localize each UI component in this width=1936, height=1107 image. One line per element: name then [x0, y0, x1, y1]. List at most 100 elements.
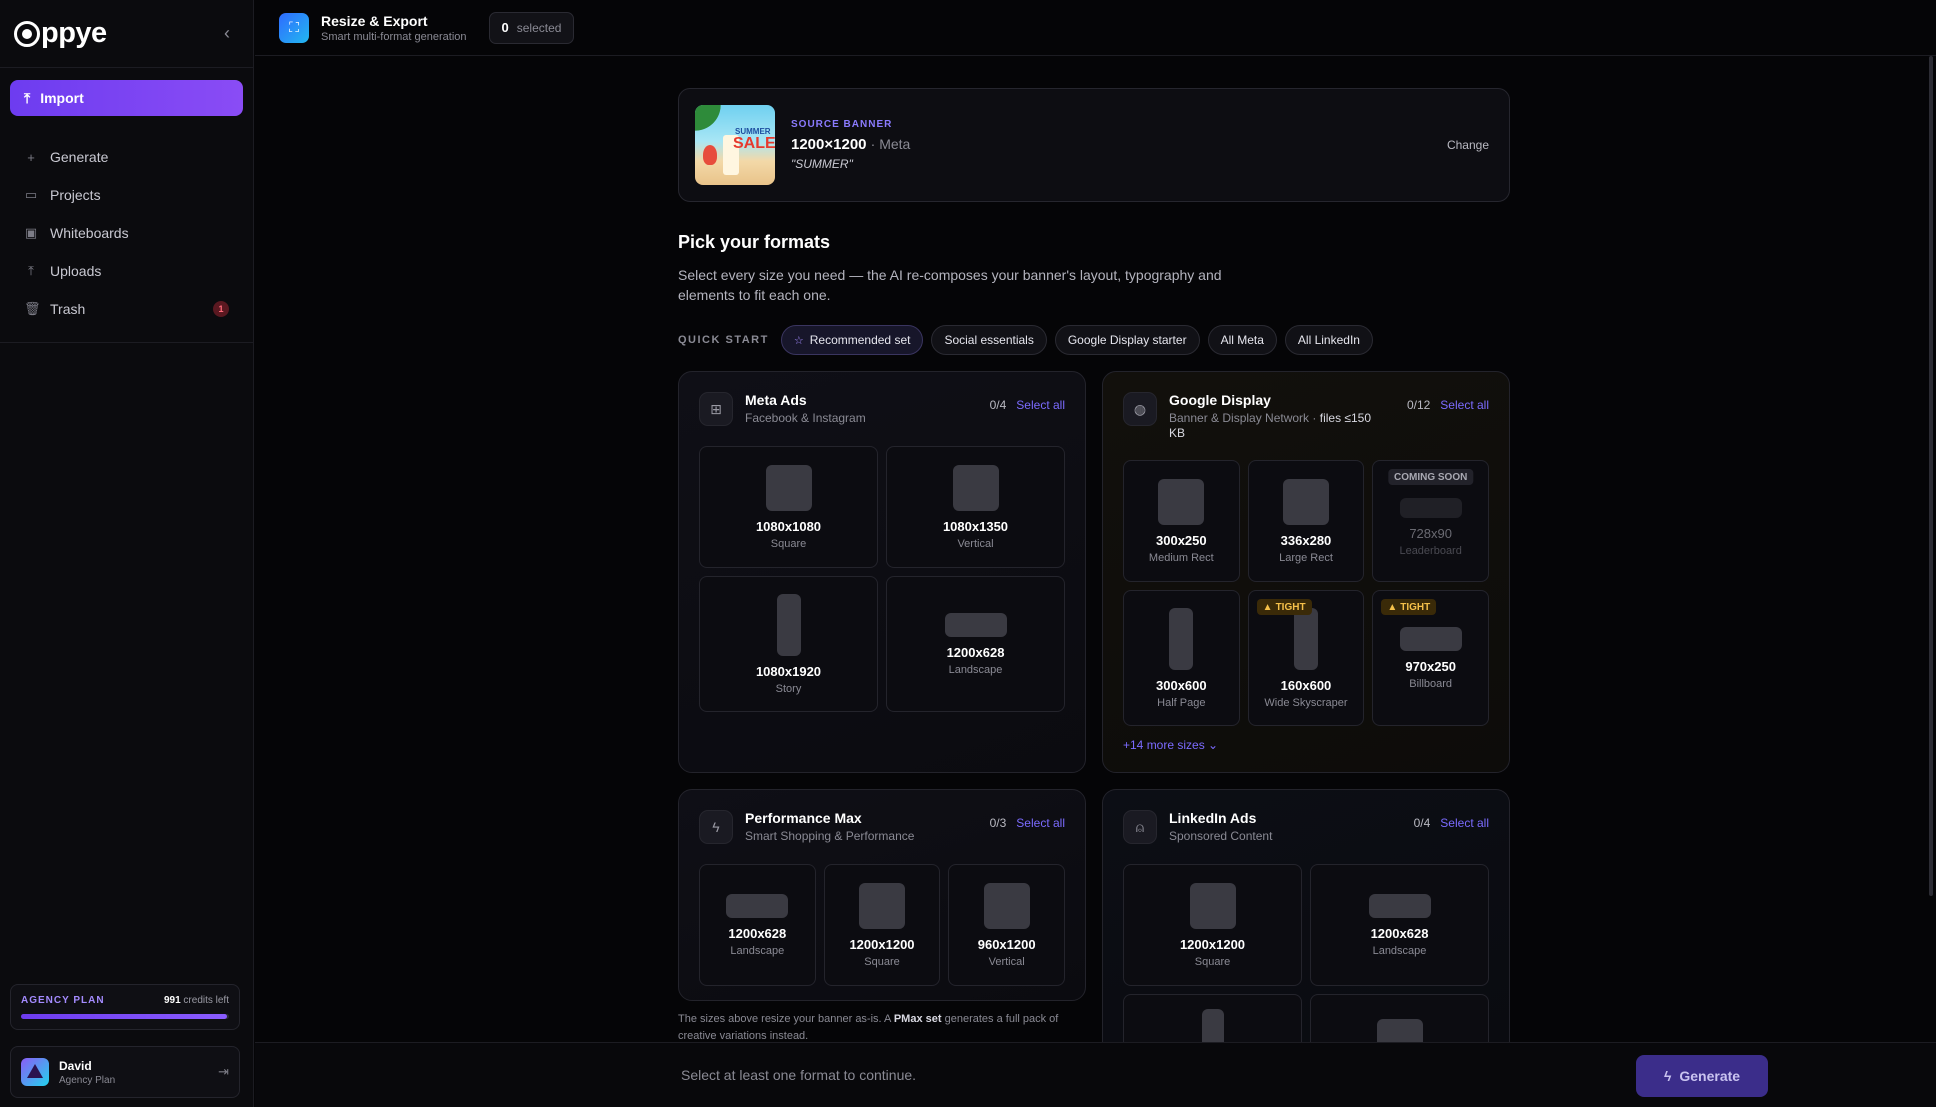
tile-label: Square	[864, 955, 900, 968]
plan-card[interactable]: AGENCY PLAN 991 credits left	[10, 984, 240, 1030]
aspect-square-shape	[765, 464, 812, 511]
tile-label: Square	[770, 537, 807, 550]
eye-logo-icon	[14, 20, 40, 47]
sidebar-item-label: Whiteboards	[50, 225, 129, 241]
format-tile-1200x628[interactable]: 1200x628 Landscape	[886, 576, 1065, 712]
plus-icon: +	[27, 149, 35, 165]
chip-social-essentials[interactable]: Social essentials	[931, 325, 1047, 355]
quick-start-label: QUICK START	[678, 334, 769, 346]
aspect-story-shape	[776, 593, 801, 656]
meta-ads-card: ⊞ Meta Ads Facebook & Instagram 0/4 Sele…	[678, 371, 1086, 773]
source-banner-thumbnail: SUMMER SALE	[695, 105, 775, 185]
sidebar-item-label: Uploads	[50, 263, 102, 279]
group-subtitle: Sponsored Content	[1169, 829, 1273, 843]
format-tile-1200x1200[interactable]: 1200x1200 Square	[1123, 864, 1302, 986]
selected-label: selected	[516, 20, 562, 35]
sidebar-item-whiteboards[interactable]: ▣ Whiteboards	[0, 214, 253, 252]
aspect-shape	[1189, 882, 1236, 929]
tile-label: Square	[1194, 955, 1231, 968]
format-tile-960x1200[interactable]: 960x1200 Vertical	[948, 864, 1065, 986]
format-tile-1080x1080[interactable]: 1080x1080 Square	[699, 446, 878, 568]
format-tile-1200x628[interactable]: 1200x628 Landscape	[1310, 864, 1489, 986]
quick-start-row: QUICK START ☆ Recommended set Social esse…	[678, 325, 1510, 355]
chevron-down-icon: ⌄	[1208, 738, 1219, 752]
globe-icon: ◍	[1123, 392, 1157, 426]
format-tile-1080x1920[interactable]: 1080x1920 Story	[699, 576, 878, 712]
warning-icon: ▲	[1387, 601, 1398, 613]
format-tile-300x600[interactable]: 300x600 Half Page	[1123, 590, 1240, 726]
tile-label: Large Rect	[1279, 551, 1333, 564]
group-count: 0/12	[1406, 398, 1431, 412]
tile-label: Vertical	[957, 537, 994, 550]
selected-count-pill: 0 selected	[488, 11, 575, 44]
import-label: Import	[40, 90, 84, 106]
import-button[interactable]: ⤒ Import	[10, 80, 243, 116]
linkedin-ads-card: ⍝ LinkedIn Ads Sponsored Content 0/4 Sel…	[1102, 789, 1510, 1049]
app-logo[interactable]: ppye	[14, 17, 107, 50]
format-tile-1200x1200[interactable]: 1200x1200 Square	[823, 864, 941, 986]
section-description: Select every size you need — the AI re-c…	[678, 267, 1222, 303]
tile-label: Leaderboard	[1399, 544, 1462, 557]
main-content: SUMMER SALE SOURCE BANNER 1200×1200 · Me…	[678, 88, 1510, 1049]
source-banner-label: SOURCE BANNER	[791, 119, 893, 130]
change-source-button[interactable]: Change	[1447, 138, 1489, 152]
pmax-set-term: PMax set	[893, 1013, 942, 1025]
user-card[interactable]: David Agency Plan ⇥	[10, 1046, 240, 1098]
tile-dimensions: 970x250	[1405, 658, 1456, 674]
chip-recommended-set[interactable]: ☆ Recommended set	[780, 325, 924, 355]
format-tile-partial[interactable]	[1123, 994, 1302, 1049]
tile-dimensions: 336x280	[1280, 532, 1332, 548]
selected-count: 0	[501, 20, 509, 35]
source-banner-card: SUMMER SALE SOURCE BANNER 1200×1200 · Me…	[678, 88, 1510, 202]
tile-label: Billboard	[1409, 677, 1453, 690]
format-tile-970x250[interactable]: ▲ TIGHT 970x250 Billboard	[1372, 590, 1489, 726]
tile-dimensions: 1080x1080	[755, 518, 822, 534]
performance-max-card: ϟ Performance Max Smart Shopping & Perfo…	[678, 789, 1086, 1001]
sidebar-item-uploads[interactable]: ⤒ Uploads	[0, 252, 253, 290]
tile-label: Wide Skyscraper	[1264, 696, 1348, 709]
pmax-footnote: The sizes above resize your banner as-is…	[678, 1013, 1059, 1042]
group-subtitle: Banner & Display Network · files ≤150 KB	[1169, 411, 1372, 440]
chip-label: Recommended set	[809, 333, 911, 347]
format-tile-336x280[interactable]: 336x280 Large Rect	[1247, 460, 1365, 582]
generate-button[interactable]: ϟ Generate	[1636, 1055, 1768, 1097]
format-tile-300x250[interactable]: 300x250 Medium Rect	[1123, 460, 1240, 582]
sidebar-item-generate[interactable]: + Generate	[0, 138, 253, 176]
format-tile-160x600[interactable]: ▲ TIGHT 160x600 Wide Skyscraper	[1247, 590, 1365, 726]
aspect-vertical-shape	[952, 464, 999, 511]
thumbnail-text-big: SALE	[733, 135, 775, 152]
more-sizes-toggle[interactable]: +14 more sizes ⌄	[1123, 738, 1489, 752]
tight-warning-badge: ▲ TIGHT	[1381, 599, 1437, 615]
tile-dimensions: 1080x1920	[755, 663, 822, 679]
tile-dimensions: 960x1200	[977, 936, 1036, 952]
selection-hint: Select at least one format to continue.	[681, 1067, 917, 1083]
tile-dimensions: 1200x1200	[1179, 936, 1246, 952]
chip-all-linkedin[interactable]: All LinkedIn	[1284, 325, 1373, 355]
tight-warning-badge: ▲ TIGHT	[1256, 599, 1312, 615]
tile-dimensions: 300x600	[1156, 677, 1207, 693]
chip-all-meta[interactable]: All Meta	[1207, 325, 1277, 355]
folder-icon: ▭	[24, 187, 38, 202]
aspect-shape	[1399, 497, 1462, 518]
aspect-landscape-shape	[944, 612, 1007, 637]
generate-label: Generate	[1679, 1068, 1741, 1084]
aspect-shape	[1368, 893, 1431, 918]
page-subtitle: Smart multi-format generation	[321, 30, 467, 43]
collapse-sidebar-icon[interactable]: ‹	[217, 23, 237, 44]
google-select-all-button[interactable]: Select all	[1440, 398, 1489, 412]
credits-progress-bar	[21, 1014, 229, 1019]
logout-icon[interactable]: ⇥	[218, 1064, 229, 1080]
scrollbar[interactable]	[1929, 56, 1933, 896]
aspect-shape	[1293, 607, 1318, 670]
trash-icon: 🗑	[24, 301, 41, 316]
pmax-select-all-button[interactable]: Select all	[1016, 816, 1065, 830]
sidebar-item-trash[interactable]: 🗑 Trash 1	[0, 290, 253, 328]
group-count: 0/4	[1413, 816, 1431, 830]
linkedin-select-all-button[interactable]: Select all	[1440, 816, 1489, 830]
chip-google-display-starter[interactable]: Google Display starter	[1054, 325, 1200, 355]
meta-select-all-button[interactable]: Select all	[1016, 398, 1065, 412]
format-tile-1080x1350[interactable]: 1080x1350 Vertical	[886, 446, 1065, 568]
sidebar-item-projects[interactable]: ▭ Projects	[0, 176, 253, 214]
format-tile-1200x628[interactable]: 1200x628 Landscape	[699, 864, 816, 986]
format-tile-partial[interactable]	[1310, 994, 1489, 1049]
